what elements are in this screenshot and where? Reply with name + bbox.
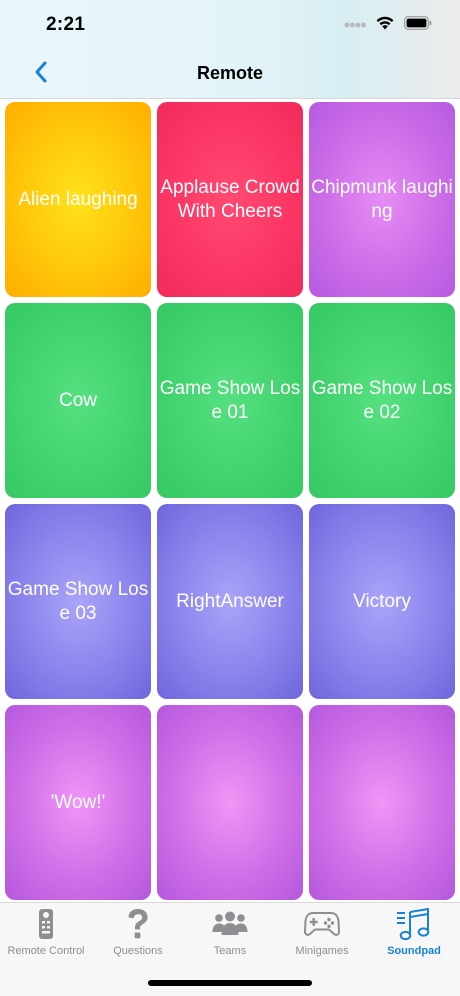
tab-label: Teams — [213, 945, 247, 957]
home-indicator — [148, 980, 312, 986]
tab-questions[interactable]: Questions — [92, 907, 184, 963]
sound-tile-victory[interactable]: Victory — [309, 504, 455, 699]
battery-icon — [404, 15, 432, 35]
sound-tile-label: Game Show Lose 03 — [7, 578, 149, 624]
sound-tile-cow[interactable]: Cow — [5, 303, 151, 498]
sound-tile-game-show-lose-02[interactable]: Game Show Lose 02 — [309, 303, 455, 498]
status-icons — [344, 15, 432, 35]
people-icon — [212, 907, 248, 941]
sound-tile-label: Game Show Lose 01 — [159, 377, 301, 423]
sound-tile-game-show-lose-03[interactable]: Game Show Lose 03 — [5, 504, 151, 699]
tab-label: Minigames — [295, 945, 349, 957]
tab-minigames[interactable]: Minigames — [276, 907, 368, 963]
sound-tile-game-show-lose-01[interactable]: Game Show Lose 01 — [157, 303, 303, 498]
sound-tile-label: RightAnswer — [176, 590, 284, 612]
sound-tile-right-answer[interactable]: RightAnswer — [157, 504, 303, 699]
tab-label: Questions — [113, 945, 163, 957]
app-screen: 2:21 Remote Alien laughing Applause Crow… — [0, 0, 460, 996]
signal-dots-icon — [344, 16, 366, 34]
question-mark-icon — [125, 907, 151, 941]
page-title: Remote — [196, 63, 263, 83]
sound-tile-label: Game Show Lose 02 — [311, 377, 453, 423]
sound-tile-label: Chipmunk laughing — [311, 176, 453, 222]
sound-tile-chipmunk-laughing[interactable]: Chipmunk laughing — [309, 102, 455, 297]
music-note-icon — [396, 907, 432, 941]
status-bar: 2:21 — [0, 0, 460, 50]
sound-tile-label: Applause Crowd With Cheers — [160, 176, 300, 222]
sound-grid: Alien laughing Applause Crowd With Cheer… — [5, 102, 455, 900]
status-time: 2:21 — [46, 14, 86, 35]
tab-label: Soundpad — [387, 945, 441, 957]
tab-teams[interactable]: Teams — [184, 907, 276, 963]
sound-tile-label: Victory — [353, 590, 411, 612]
gamepad-icon — [304, 907, 340, 941]
sound-tile-wow[interactable]: 'Wow!' — [5, 705, 151, 900]
wifi-icon — [375, 15, 395, 35]
remote-control-icon — [37, 907, 55, 941]
sound-tile-label: Cow — [58, 389, 97, 411]
sound-tile-empty[interactable] — [309, 705, 455, 900]
tab-soundpad[interactable]: Soundpad — [368, 907, 460, 963]
navigation-bar: Remote — [0, 50, 460, 99]
sound-tile-label: 'Wow!' — [50, 791, 106, 813]
sound-tile-applause-crowd[interactable]: Applause Crowd With Cheers — [157, 102, 303, 297]
sound-tile-empty[interactable] — [157, 705, 303, 900]
tab-label: Remote Control — [7, 945, 85, 957]
sound-tile-label: Alien laughing — [18, 188, 138, 210]
sound-tile-alien-laughing[interactable]: Alien laughing — [5, 102, 151, 297]
tab-remote-control[interactable]: Remote Control — [0, 907, 92, 963]
